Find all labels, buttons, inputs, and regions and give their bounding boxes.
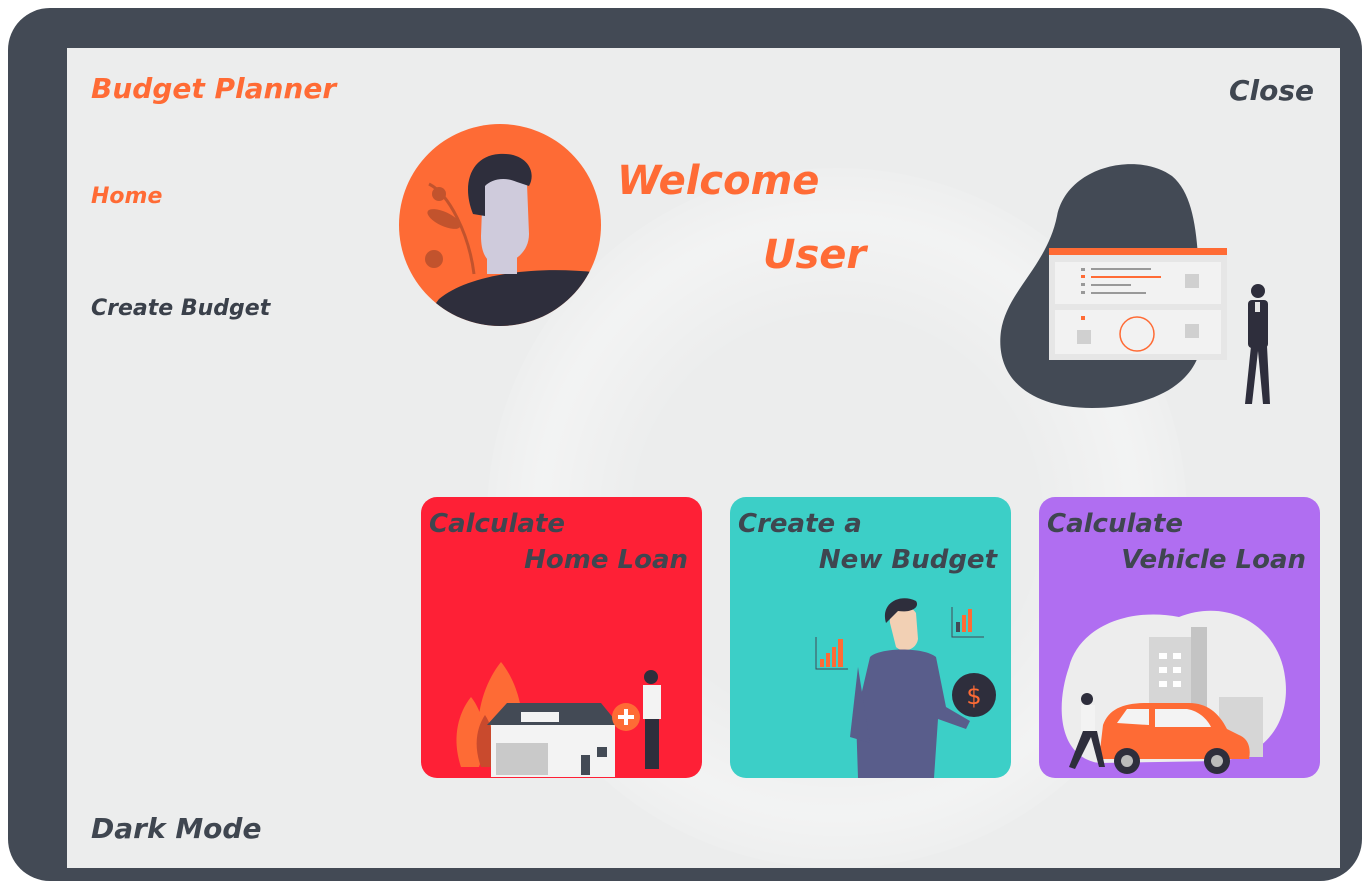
main-panel: Budget Planner Close Home Create Budget … xyxy=(67,48,1340,868)
card-title-line1: Calculate xyxy=(1047,509,1183,539)
person-finance-illustration: $ xyxy=(815,598,996,778)
dark-mode-toggle[interactable]: Dark Mode xyxy=(91,812,261,845)
card-title-line2: New Budget xyxy=(818,545,997,575)
card-title-line2: Vehicle Loan xyxy=(1121,545,1306,575)
user-name: User xyxy=(763,232,867,278)
close-button[interactable]: Close xyxy=(1229,74,1314,107)
card-home-loan[interactable]: Calculate Home Loan xyxy=(421,497,702,778)
card-title-line2: Home Loan xyxy=(524,545,688,575)
car-illustration xyxy=(1061,610,1286,774)
card-title-line1: Create a xyxy=(738,509,862,539)
window-frame: Budget Planner Close Home Create Budget … xyxy=(8,8,1362,881)
sidebar-item-home[interactable]: Home xyxy=(91,184,162,209)
app-title: Budget Planner xyxy=(91,72,337,105)
card-title-line1: Calculate xyxy=(429,509,565,539)
dashboard-illustration xyxy=(1000,164,1270,408)
welcome-heading: Welcome xyxy=(617,158,820,204)
sidebar-item-create-budget[interactable]: Create Budget xyxy=(91,296,270,321)
house-illustration xyxy=(456,662,661,777)
user-avatar xyxy=(399,124,601,326)
card-vehicle-loan[interactable]: Calculate Vehicle Loan xyxy=(1039,497,1320,778)
svg-text:$: $ xyxy=(966,682,981,710)
card-new-budget[interactable]: $ Create a New Budget xyxy=(730,497,1011,778)
